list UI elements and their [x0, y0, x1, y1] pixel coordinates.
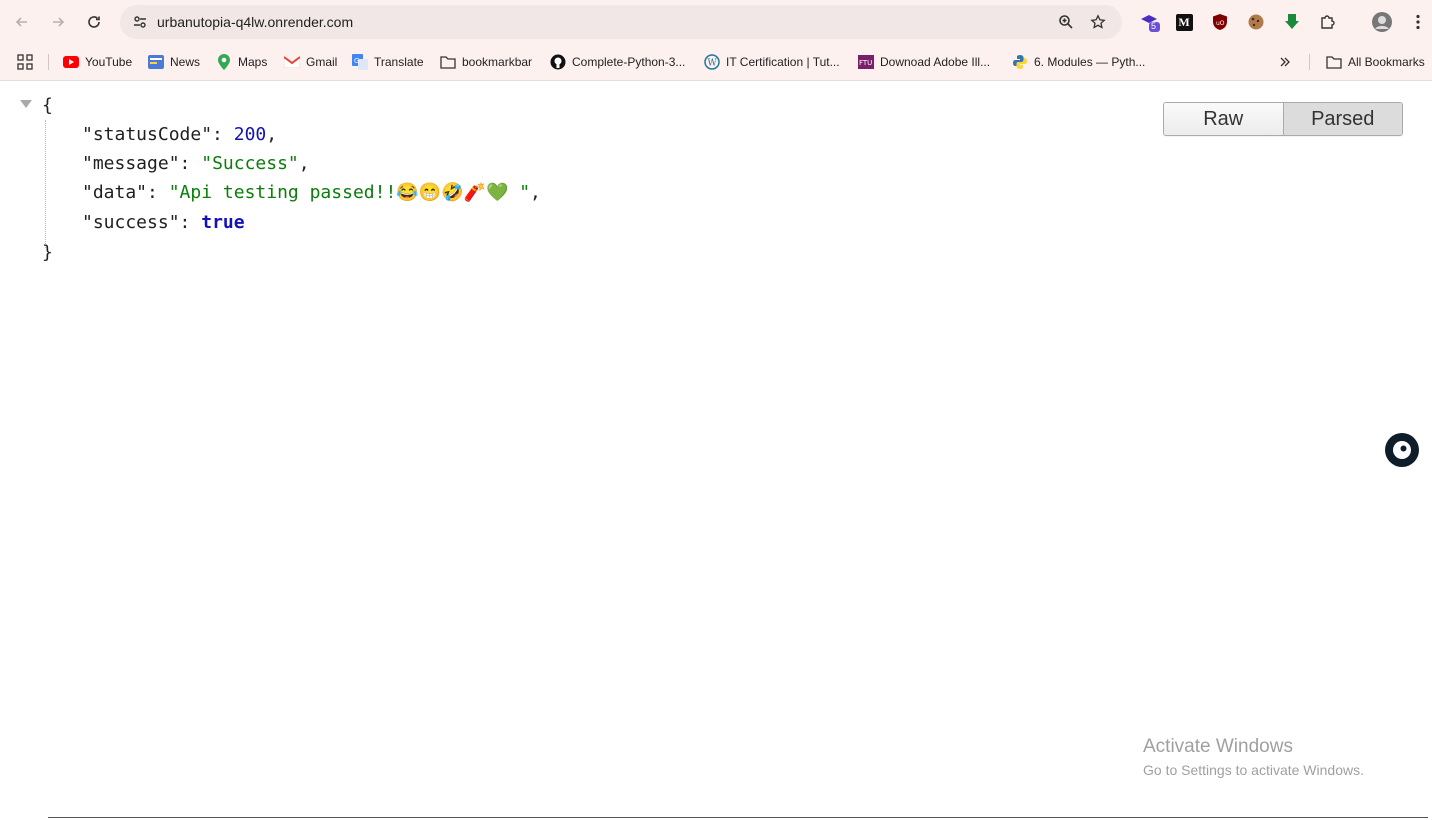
- bookmark-python-modules[interactable]: 6. Modules — Pyth...: [1012, 52, 1145, 72]
- bookmark-maps[interactable]: Maps: [216, 52, 267, 72]
- json-value: "Api testing passed!!😂😁🤣🧨💚 ": [168, 182, 531, 203]
- json-key: "message": [82, 153, 180, 174]
- translate-icon: G: [352, 54, 368, 70]
- back-button[interactable]: [8, 8, 36, 36]
- svg-text:uO: uO: [1216, 20, 1225, 27]
- raw-button[interactable]: Raw: [1164, 103, 1283, 135]
- bookmark-youtube[interactable]: YouTube: [63, 52, 132, 72]
- url-text[interactable]: urbanutopia-q4lw.onrender.com: [157, 14, 353, 30]
- extension-badge: 5: [1151, 21, 1157, 31]
- bookmark-label: YouTube: [85, 55, 133, 69]
- bookmark-label: IT Certification | Tut...: [726, 55, 840, 69]
- view-mode-toggle: Raw Parsed: [1163, 102, 1403, 136]
- parsed-button[interactable]: Parsed: [1282, 103, 1402, 135]
- bookmarks-bar: YouTube News Maps Gmail G Translate book…: [0, 44, 1432, 81]
- svg-text:W: W: [708, 59, 718, 69]
- menu-kebab-icon[interactable]: [1406, 10, 1430, 34]
- svg-text:FTU: FTU: [859, 59, 872, 67]
- browser-toolbar: urbanutopia-q4lw.onrender.com 5 M uO: [0, 0, 1432, 44]
- bookmark-github[interactable]: Complete-Python-3...: [550, 52, 685, 72]
- bookmark-label: Gmail: [306, 55, 338, 69]
- bookmark-label: 6. Modules — Pyth...: [1034, 55, 1146, 69]
- maps-icon: [216, 54, 232, 70]
- gmail-icon: [284, 54, 300, 70]
- chat-bubble-icon: [1393, 441, 1411, 459]
- watermark-title: Activate Windows: [1143, 736, 1293, 757]
- bookmark-gmail[interactable]: Gmail: [284, 52, 337, 72]
- bookmark-label: Maps: [238, 55, 268, 69]
- folder-icon: [1326, 54, 1342, 70]
- collapse-triangle-icon[interactable]: [20, 100, 32, 108]
- bookmark-label: Downoad Adobe Ill...: [880, 55, 991, 69]
- json-key: "data": [82, 182, 148, 203]
- extensions-puzzle-icon[interactable]: [1316, 10, 1340, 34]
- site-settings-icon[interactable]: [128, 10, 152, 34]
- bookmark-star-icon[interactable]: [1086, 10, 1110, 34]
- json-row-statuscode: "statusCode": 200,: [82, 124, 278, 145]
- ftu-icon: FTU: [858, 54, 874, 70]
- news-icon: [148, 54, 164, 70]
- forward-button[interactable]: [44, 8, 72, 36]
- json-row-data: "data": "Api testing passed!!😂😁🤣🧨💚 ",: [82, 182, 541, 203]
- bookmark-label: Complete-Python-3...: [572, 55, 686, 69]
- json-value: true: [201, 212, 245, 233]
- download-extension-icon[interactable]: [1280, 10, 1304, 34]
- json-row-message: "message": "Success",: [82, 153, 310, 174]
- github-icon: [550, 54, 566, 70]
- all-bookmarks-button[interactable]: All Bookmarks: [1326, 52, 1425, 72]
- bottom-divider: [48, 817, 1428, 818]
- python-icon: [1012, 54, 1028, 70]
- watermark-subtitle: Go to Settings to activate Windows.: [1143, 762, 1364, 778]
- forward-arrow-icon: [53, 17, 65, 27]
- address-bar[interactable]: urbanutopia-q4lw.onrender.com: [120, 5, 1122, 39]
- json-value: "Success": [201, 153, 299, 174]
- back-arrow-icon: [15, 17, 27, 27]
- profile-avatar[interactable]: [1370, 10, 1394, 34]
- json-suffix: ,: [530, 182, 541, 203]
- json-key: "statusCode": [82, 124, 213, 145]
- bookmark-news[interactable]: News: [148, 52, 200, 72]
- wordpress-icon: W: [704, 54, 720, 70]
- floating-chat-button[interactable]: [1385, 433, 1419, 467]
- bookmark-folder-bookmarkbar[interactable]: bookmarkbar: [440, 52, 532, 72]
- bookmark-translate[interactable]: G Translate: [352, 52, 424, 72]
- bookmark-label: News: [170, 55, 201, 69]
- reload-icon: [88, 16, 100, 28]
- all-bookmarks-label: All Bookmarks: [1348, 55, 1425, 69]
- json-suffix: ,: [266, 124, 278, 145]
- bookmark-it-certification[interactable]: W IT Certification | Tut...: [704, 52, 840, 72]
- svg-text:G: G: [354, 57, 359, 65]
- bookmark-label: bookmarkbar: [462, 55, 533, 69]
- indent-guide: [45, 120, 46, 248]
- json-suffix: ,: [298, 153, 310, 174]
- ublock-icon[interactable]: uO: [1208, 10, 1232, 34]
- extension-hat-icon[interactable]: 5: [1138, 10, 1162, 34]
- youtube-icon: [63, 54, 79, 70]
- apps-grid-icon[interactable]: [17, 52, 33, 72]
- json-row-success: "success": true: [82, 212, 245, 233]
- more-bookmarks-chevron-icon[interactable]: [1279, 52, 1291, 72]
- json-viewer: { "statusCode": 200, "message": "Success…: [0, 80, 1432, 820]
- json-close-brace: }: [42, 242, 53, 263]
- bookmark-adobe-download[interactable]: FTU Downoad Adobe Ill...: [858, 52, 990, 72]
- bookmark-label: Translate: [374, 55, 424, 69]
- reload-button[interactable]: [80, 8, 108, 36]
- windows-activation-watermark: Activate Windows Go to Settings to activ…: [1143, 736, 1364, 778]
- json-key: "success": [82, 212, 180, 233]
- medium-extension-icon[interactable]: M: [1172, 10, 1196, 34]
- folder-icon: [440, 54, 456, 70]
- cookie-icon[interactable]: [1244, 10, 1268, 34]
- zoom-icon[interactable]: [1054, 10, 1078, 34]
- json-open-brace: {: [42, 95, 53, 116]
- json-value: 200: [233, 124, 267, 145]
